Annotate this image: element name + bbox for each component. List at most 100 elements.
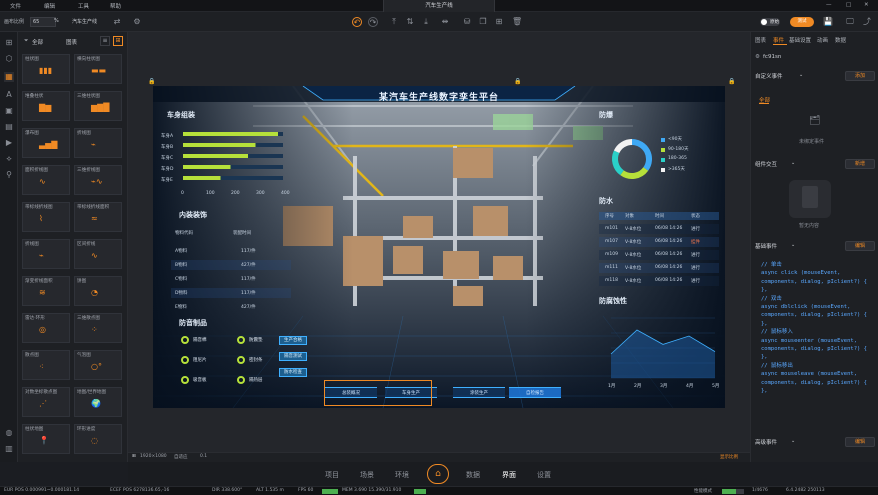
- grid-toggle-icon[interactable]: ⊞: [132, 454, 136, 459]
- component-tile[interactable]: 地图/世界地图 🌍: [74, 387, 122, 417]
- edit-advanced-events-button[interactable]: 编辑: [845, 437, 875, 447]
- component-tile[interactable]: 柱状图 ▮▮▮: [22, 54, 70, 84]
- copy-icon[interactable]: ❐: [478, 17, 488, 27]
- lock-icon[interactable]: 🔒: [728, 78, 735, 85]
- chart-icon[interactable]: ▦: [4, 72, 14, 82]
- nav-scene[interactable]: 场景: [360, 470, 374, 480]
- chevron-down-icon[interactable]: ⌄: [799, 72, 803, 78]
- component-tile[interactable]: 渐变折线面积 ≋: [22, 276, 70, 306]
- close-icon[interactable]: ✕: [864, 2, 869, 8]
- menu-help[interactable]: 帮助: [110, 2, 121, 10]
- component-tile[interactable]: 三维折线图 ⌁∿: [74, 165, 122, 195]
- menu-file[interactable]: 文件: [10, 2, 21, 10]
- minimize-icon[interactable]: —: [826, 2, 832, 8]
- component-tile[interactable]: 散点图 ⁖: [22, 350, 70, 380]
- undo-icon[interactable]: ↶: [352, 17, 362, 27]
- align-top-icon[interactable]: ⤒: [389, 17, 399, 27]
- align-middle-icon[interactable]: ⇅: [405, 17, 415, 27]
- align-bottom-icon[interactable]: ⤓: [421, 17, 431, 27]
- edit-basic-events-button[interactable]: 编辑: [845, 241, 875, 251]
- text-icon[interactable]: A: [4, 90, 14, 100]
- decoration-icon[interactable]: ⟡: [4, 154, 14, 164]
- map-icon[interactable]: ▥: [4, 444, 14, 454]
- component-tile[interactable]: 对数坐标散点图 ⋰: [22, 387, 70, 417]
- save-icon[interactable]: 💾: [823, 17, 833, 27]
- zoom-input[interactable]: 65: [30, 17, 56, 27]
- component-tile[interactable]: 带标线折线面积 ≈: [74, 202, 122, 232]
- table-row: m118 V-8水位 06/08 14:26 进行: [599, 276, 719, 286]
- redo-icon[interactable]: ↷: [368, 17, 378, 27]
- dashboard-screen[interactable]: 某汽车生产线数字孪生平台 车身组装 车身A 车身B 车身C 车身D 车身E 0 100 200…: [153, 86, 725, 408]
- event-code-block[interactable]: // 单击 async click (mouseEvent, component…: [761, 261, 867, 396]
- component-tile[interactable]: 雷达·环形 ◎: [22, 313, 70, 343]
- component-tile[interactable]: 三维柱状图 ▆▇█: [74, 91, 122, 121]
- monitor-icon[interactable]: 🖵: [845, 17, 855, 27]
- component-tile[interactable]: 折线图 ⌁: [22, 239, 70, 269]
- swap-icon[interactable]: ⇄: [112, 17, 122, 27]
- chevron-down-icon[interactable]: ⌄: [791, 242, 795, 248]
- component-tile[interactable]: 区间折线 ∿: [74, 239, 122, 269]
- distribute-icon[interactable]: ⇹: [440, 17, 450, 27]
- chevron-down-icon[interactable]: ⌄: [791, 438, 795, 444]
- pill-sound-test[interactable]: 隔音测试: [279, 352, 307, 361]
- chevron-down-icon[interactable]: ⌄: [791, 160, 795, 166]
- new-interaction-button[interactable]: 新增: [845, 159, 875, 169]
- nav-paint-production[interactable]: 涂装生产: [453, 387, 505, 398]
- menu-edit[interactable]: 编辑: [44, 2, 55, 10]
- component-tile[interactable]: 带标线折线图 ⌇: [22, 202, 70, 232]
- export-icon[interactable]: ⤴: [862, 17, 872, 27]
- maximize-icon[interactable]: □: [846, 2, 851, 8]
- nav-project[interactable]: 项目: [325, 470, 339, 480]
- tab-charts[interactable]: 图表: [66, 38, 77, 46]
- beta-badge[interactable]: 测试: [790, 17, 814, 27]
- tab-chart[interactable]: 图表: [755, 36, 766, 44]
- logo-icon[interactable]: ⌂: [427, 464, 449, 484]
- pill-quality[interactable]: 生产合格: [279, 336, 307, 345]
- cube-icon[interactable]: ⬡: [4, 54, 14, 64]
- document-tab[interactable]: 汽车生产线: [383, 0, 495, 12]
- nav-self-check[interactable]: 自检报告: [509, 387, 561, 398]
- delete-icon[interactable]: 🗑: [512, 17, 522, 27]
- tree-icon[interactable]: ⚲: [4, 170, 14, 180]
- component-tile[interactable]: 面积折线图 ∿: [22, 165, 70, 195]
- component-tile[interactable]: 瀑布图 ▃▅▇: [22, 128, 70, 158]
- image-icon[interactable]: ▣: [4, 106, 14, 116]
- project-selector[interactable]: 汽车生产线: [72, 18, 97, 25]
- settings-icon[interactable]: ⚙: [132, 17, 142, 27]
- table-icon[interactable]: ▤: [4, 122, 14, 132]
- list-view-icon[interactable]: ≡: [100, 36, 110, 46]
- database-icon[interactable]: ⛁: [462, 17, 472, 27]
- interior-time: 117/件: [241, 277, 256, 282]
- tab-data[interactable]: 数据: [835, 36, 846, 44]
- component-tile[interactable]: 堆叠柱状 ▇▆: [22, 91, 70, 121]
- add-event-button[interactable]: 添加: [845, 71, 875, 81]
- media-icon[interactable]: ▶: [4, 138, 14, 148]
- tab-animation[interactable]: 动画: [817, 36, 828, 44]
- display-ratio-link[interactable]: 显示比例: [720, 454, 738, 460]
- component-tile[interactable]: 气泡图 ○°: [74, 350, 122, 380]
- globe-icon[interactable]: ◍: [4, 428, 14, 438]
- lock-icon[interactable]: 🔒: [514, 78, 521, 85]
- pill-water-check[interactable]: 防水检查: [279, 368, 307, 377]
- nav-settings[interactable]: 设置: [537, 470, 551, 480]
- component-tile[interactable]: 饼图 ◔: [74, 276, 122, 306]
- component-tile[interactable]: 环形进度 ◌: [74, 424, 122, 454]
- component-tile[interactable]: 横向柱状图 ▬▬: [74, 54, 122, 84]
- nav-interface[interactable]: 界面: [502, 470, 516, 480]
- menu-tools[interactable]: 工具: [78, 2, 89, 10]
- component-tile[interactable]: 柱状地图 📍: [22, 424, 70, 454]
- tab-all[interactable]: 全部: [32, 38, 43, 46]
- component-tile[interactable]: 折线图 ⌁: [74, 128, 122, 158]
- layers-icon[interactable]: ⊞: [4, 38, 14, 48]
- nav-environment[interactable]: 环境: [395, 470, 409, 480]
- tab-basic-settings[interactable]: 基础设置: [789, 36, 811, 44]
- canvas-scale[interactable]: 自适应: [174, 454, 188, 460]
- nav-data[interactable]: 数据: [466, 470, 480, 480]
- component-tile[interactable]: 三维散点图 ⁘: [74, 313, 122, 343]
- tab-events[interactable]: 事件: [773, 36, 784, 44]
- selection-box[interactable]: [324, 380, 432, 406]
- grid-icon[interactable]: ⊞: [494, 17, 504, 27]
- grid-view-icon[interactable]: ⊞: [113, 36, 123, 46]
- filter-icon[interactable]: ⏷: [24, 38, 28, 45]
- lock-icon[interactable]: 🔒: [148, 78, 155, 85]
